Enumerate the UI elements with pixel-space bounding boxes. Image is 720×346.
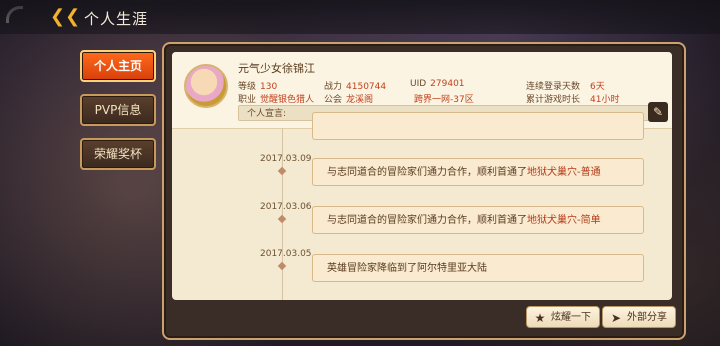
back-arrow-icon[interactable]: ❮❮ [50,6,80,28]
timeline-entry-partial [312,112,644,140]
play-time-row: 累计游戏时长 41小时 [526,92,619,105]
guild-label: 公会 [324,95,343,105]
timeline-node-icon [277,166,287,176]
tab-honor-trophy[interactable]: 荣耀奖杯 [80,138,156,170]
play-time-label: 累计游戏时长 [526,95,581,105]
timeline-date: 2017.03.05 [260,249,312,259]
tab-pvp-info[interactable]: PVP信息 [80,94,156,126]
trumpet-icon: ★ [534,311,546,325]
power-value: 4150744 [346,82,387,92]
share-button[interactable]: ➤ 外部分享 [602,306,676,328]
timeline-node-icon [277,214,287,224]
timeline-date: 2017.03.09 [260,154,312,164]
share-icon: ➤ [610,311,622,325]
entry-text: 与志同道合的冒险家们通力合作，顺利首通了 [327,215,527,226]
login-days-row: 连续登录天数 6天 [526,79,605,92]
login-days-value: 6天 [590,82,605,92]
login-days-label: 连续登录天数 [526,82,581,92]
timeline-entry: 英雄冒险家降临到了阿尔特里亚大陆 [312,254,644,282]
guild-row: 公会 龙溪阁 [324,92,373,105]
uid-row: UID 279401 [410,79,465,89]
job-row: 职业 觉醒银色猎人 [238,92,314,105]
guild-value: 龙溪阁 [346,95,374,105]
timeline: 2017.03.09 与志同道合的冒险家们通力合作，顺利首通了地狱犬巢穴-普通 … [172,112,672,300]
side-tabs: 个人主页 PVP信息 荣耀奖杯 [80,50,156,182]
top-bar: ❮❮ 个人生涯 [0,0,720,34]
career-panel: 元气少女徐锦江 等级 130 职业 觉醒银色猎人 战力 4150744 公会 龙溪阁 U… [162,42,686,340]
entry-text: 英雄冒险家降临到了阿尔特里亚大陆 [327,263,487,274]
server-row: 跨界一网-37区 [414,92,474,105]
timeline-entry: 与志同道合的冒险家们通力合作，顺利首通了地狱犬巢穴-简单 [312,206,644,234]
power-label: 战力 [324,82,343,92]
server-value: 跨界一网-37区 [414,95,474,105]
job-label: 职业 [238,95,257,105]
tab-personal-home[interactable]: 个人主页 [80,50,156,82]
edit-declaration-icon[interactable]: ✎ [648,102,668,122]
player-name: 元气少女徐锦江 [238,62,315,75]
show-off-label: 炫耀一下 [551,312,591,323]
panel-content: 元气少女徐锦江 等级 130 职业 觉醒银色猎人 战力 4150744 公会 龙溪阁 U… [172,52,672,300]
level-label: 等级 [238,82,257,92]
share-label: 外部分享 [627,312,667,323]
avatar[interactable] [184,64,228,108]
uid-value: 279401 [430,79,465,89]
timeline-entry: 与志同道合的冒险家们通力合作，顺利首通了地狱犬巢穴-普通 [312,158,644,186]
uid-label: UID [410,79,427,89]
entry-text: 与志同道合的冒险家们通力合作，顺利首通了 [327,167,527,178]
job-value: 觉醒银色猎人 [260,95,315,105]
power-row: 战力 4150744 [324,79,386,92]
entry-highlight: 地狱犬巢穴-简单 [527,215,601,226]
timeline-node-icon [277,261,287,271]
timeline-date: 2017.03.06 [260,202,312,212]
declaration-label: 个人宣言: [247,109,287,119]
show-off-button[interactable]: ★ 炫耀一下 [526,306,600,328]
play-time-value: 41小时 [590,95,620,105]
level-row: 等级 130 [238,79,277,92]
page-title: 个人生涯 [84,10,149,28]
level-value: 130 [260,82,278,92]
entry-highlight: 地狱犬巢穴-普通 [527,167,601,178]
